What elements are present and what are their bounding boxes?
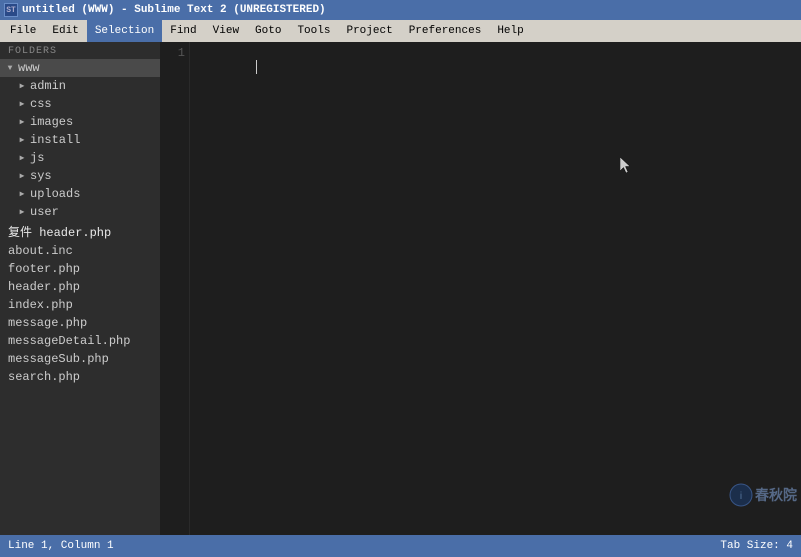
arrow-right-icon: ▶ [16, 170, 28, 182]
watermark-text: 春秋院 [755, 485, 797, 505]
sidebar-item-user[interactable]: ▶ user [0, 203, 160, 221]
text-cursor [256, 60, 257, 74]
file-label: message.php [8, 316, 87, 330]
sidebar-item-search-php[interactable]: search.php [0, 368, 160, 386]
sidebar-item-messagesub-php[interactable]: messageSub.php [0, 350, 160, 368]
folder-label: sys [30, 169, 52, 183]
file-label: about.inc [8, 244, 73, 258]
editor-text[interactable] [190, 42, 801, 535]
app-icon: ST [4, 3, 18, 17]
folder-label: www [18, 61, 40, 75]
sidebar-item-about-inc[interactable]: about.inc [0, 242, 160, 260]
editor-content: 1 [160, 42, 801, 535]
sidebar-item-sys[interactable]: ▶ sys [0, 167, 160, 185]
menu-find[interactable]: Find [162, 20, 204, 42]
sidebar-item-js[interactable]: ▶ js [0, 149, 160, 167]
arrow-right-icon: ▶ [16, 116, 28, 128]
arrow-right-icon: ▶ [16, 98, 28, 110]
svg-text:i: i [740, 491, 742, 502]
sidebar-item-www[interactable]: ▼ www [0, 59, 160, 77]
title-bar: ST untitled (WWW) - Sublime Text 2 (UNRE… [0, 0, 801, 20]
menu-selection[interactable]: Selection [87, 20, 162, 42]
line-number-1: 1 [164, 46, 185, 60]
file-label: 复件 header.php [8, 226, 111, 240]
sidebar-item-header-special[interactable]: 复件 header.php [0, 221, 160, 242]
title-text: untitled (WWW) - Sublime Text 2 (UNREGIS… [22, 4, 326, 16]
main-layout: FOLDERS ▼ www ▶ admin ▶ css ▶ images ▶ i… [0, 42, 801, 535]
arrow-right-icon: ▶ [16, 134, 28, 146]
line-numbers: 1 [160, 42, 190, 535]
sidebar-item-css[interactable]: ▶ css [0, 95, 160, 113]
sidebar-item-messagedetail-php[interactable]: messageDetail.php [0, 332, 160, 350]
file-label: search.php [8, 370, 80, 384]
file-label: messageSub.php [8, 352, 109, 366]
menu-file[interactable]: File [2, 20, 44, 42]
sidebar-item-header-php[interactable]: header.php [0, 278, 160, 296]
editor-area[interactable]: 1 i 春秋院 [160, 42, 801, 535]
sidebar-item-uploads[interactable]: ▶ uploads [0, 185, 160, 203]
arrow-right-icon: ▶ [16, 188, 28, 200]
file-label: header.php [8, 280, 80, 294]
menu-goto[interactable]: Goto [247, 20, 289, 42]
folder-label: user [30, 205, 59, 219]
menu-project[interactable]: Project [338, 20, 400, 42]
sidebar-item-install[interactable]: ▶ install [0, 131, 160, 149]
sidebar: FOLDERS ▼ www ▶ admin ▶ css ▶ images ▶ i… [0, 42, 160, 535]
arrow-right-icon: ▶ [16, 80, 28, 92]
folder-label: css [30, 97, 52, 111]
watermark: i 春秋院 [729, 483, 797, 507]
arrow-right-icon: ▶ [16, 152, 28, 164]
sidebar-item-index-php[interactable]: index.php [0, 296, 160, 314]
status-bar: Line 1, Column 1 Tab Size: 4 [0, 535, 801, 557]
menu-edit[interactable]: Edit [44, 20, 86, 42]
arrow-down-icon: ▼ [4, 62, 16, 74]
folders-label: FOLDERS [0, 42, 160, 59]
folder-label: uploads [30, 187, 80, 201]
watermark-logo-icon: i [729, 483, 753, 507]
sidebar-item-admin[interactable]: ▶ admin [0, 77, 160, 95]
menu-tools[interactable]: Tools [289, 20, 338, 42]
sidebar-item-images[interactable]: ▶ images [0, 113, 160, 131]
arrow-right-icon: ▶ [16, 206, 28, 218]
file-label: footer.php [8, 262, 80, 276]
sidebar-item-footer-php[interactable]: footer.php [0, 260, 160, 278]
folder-label: install [30, 133, 80, 147]
sidebar-item-message-php[interactable]: message.php [0, 314, 160, 332]
folder-label: admin [30, 79, 66, 93]
file-label: messageDetail.php [8, 334, 130, 348]
menu-view[interactable]: View [205, 20, 247, 42]
menu-bar: File Edit Selection Find View Goto Tools… [0, 20, 801, 42]
status-right: Tab Size: 4 [720, 540, 793, 552]
status-left: Line 1, Column 1 [8, 540, 114, 552]
menu-help[interactable]: Help [489, 20, 531, 42]
file-label: index.php [8, 298, 73, 312]
menu-preferences[interactable]: Preferences [401, 20, 490, 42]
folder-label: js [30, 151, 44, 165]
folder-label: images [30, 115, 73, 129]
